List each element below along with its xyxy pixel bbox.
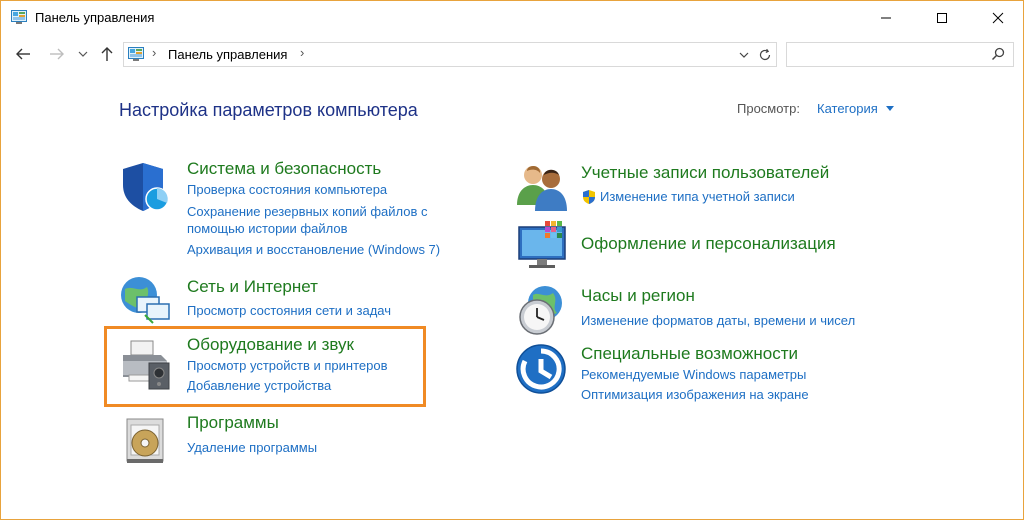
monitor-palette-icon[interactable]: [515, 219, 571, 275]
link-uninstall-program[interactable]: Удаление программы: [187, 440, 317, 455]
breadcrumb-separator[interactable]: ›: [152, 45, 156, 60]
refresh-icon: [759, 48, 771, 61]
link-change-account-type[interactable]: Изменение типа учетной записи: [600, 189, 795, 204]
search-box[interactable]: [786, 42, 1014, 67]
link-network-status[interactable]: Просмотр состояния сети и задач: [187, 303, 391, 318]
control-panel-icon: [128, 47, 144, 61]
minimize-icon: [881, 17, 891, 19]
uac-shield-icon: [583, 190, 595, 204]
category-title-appearance[interactable]: Оформление и персонализация: [581, 234, 836, 254]
refresh-button[interactable]: [756, 46, 774, 64]
address-bar[interactable]: › Панель управления ›: [123, 42, 777, 67]
link-file-history-cont[interactable]: помощью истории файлов: [187, 221, 348, 236]
network-globe-icon[interactable]: [119, 271, 175, 327]
control-panel-window: Панель управления › Панель управления › …: [0, 0, 1024, 520]
up-button[interactable]: [97, 45, 117, 63]
page-title: Настройка параметров компьютера: [119, 100, 418, 120]
breadcrumb-control-panel[interactable]: Панель управления: [168, 47, 287, 62]
maximize-icon: [937, 13, 947, 23]
window-title: Панель управления: [35, 10, 155, 25]
view-by-dropdown[interactable]: Категория: [817, 101, 878, 116]
users-icon[interactable]: [515, 159, 571, 215]
chevron-down-icon: [739, 52, 749, 58]
link-date-time-formats[interactable]: Изменение форматов даты, времени и чисел: [581, 313, 855, 328]
category-title-programs[interactable]: Программы: [187, 413, 279, 433]
category-title-system-security[interactable]: Система и безопасность: [187, 159, 381, 179]
arrow-up-icon: [101, 47, 113, 61]
category-title-clock-region[interactable]: Часы и регион: [581, 286, 695, 306]
address-history-button[interactable]: [736, 47, 752, 63]
search-input[interactable]: [787, 43, 999, 64]
recent-locations-button[interactable]: [73, 45, 93, 63]
arrow-right-icon: [50, 48, 64, 60]
chevron-down-icon: [78, 51, 88, 57]
navigation-bar: › Панель управления ›: [1, 37, 1023, 71]
category-title-ease-of-access[interactable]: Специальные возможности: [581, 344, 798, 364]
view-by-label: Просмотр:: [737, 101, 800, 116]
breadcrumb-separator[interactable]: ›: [300, 45, 304, 60]
caret-down-icon[interactable]: [886, 106, 894, 112]
control-panel-icon: [11, 10, 27, 24]
arrow-left-icon: [16, 48, 30, 60]
back-button[interactable]: [13, 45, 33, 63]
category-title-user-accounts[interactable]: Учетные записи пользователей: [581, 163, 829, 183]
link-optimize-display[interactable]: Оптимизация изображения на экране: [581, 387, 809, 402]
link-check-computer-status[interactable]: Проверка состояния компьютера: [187, 182, 387, 197]
minimize-button[interactable]: [863, 1, 909, 35]
link-backup-restore[interactable]: Архивация и восстановление (Windows 7): [187, 242, 440, 257]
close-button[interactable]: [975, 1, 1021, 35]
category-title-network-internet[interactable]: Сеть и Интернет: [187, 277, 318, 297]
clock-globe-icon[interactable]: [515, 283, 571, 339]
title-bar: Панель управления: [1, 1, 1023, 35]
shield-icon[interactable]: [119, 159, 175, 215]
maximize-button[interactable]: [919, 1, 965, 35]
search-icon[interactable]: [990, 46, 1006, 62]
link-recommended-settings[interactable]: Рекомендуемые Windows параметры: [581, 367, 806, 382]
close-icon: [992, 12, 1004, 24]
ease-of-access-icon[interactable]: [515, 343, 571, 399]
highlight-box: [104, 326, 426, 407]
link-file-history[interactable]: Сохранение резервных копий файлов с: [187, 204, 428, 219]
programs-disc-icon[interactable]: [121, 413, 177, 469]
forward-button[interactable]: [47, 45, 67, 63]
